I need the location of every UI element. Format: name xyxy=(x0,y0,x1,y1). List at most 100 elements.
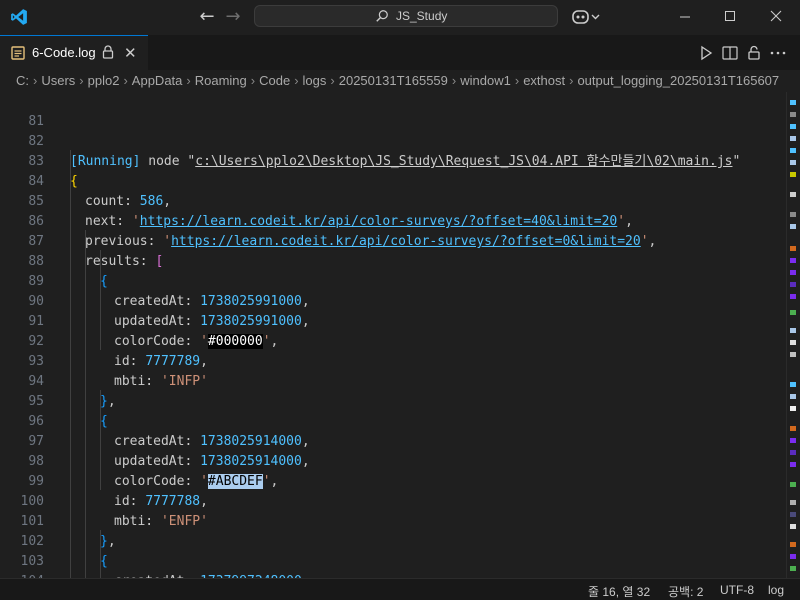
split-editor-icon[interactable] xyxy=(720,43,740,63)
code-line: 91 colorCode: '#000000', xyxy=(0,292,786,349)
breadcrumb-separator-icon: › xyxy=(33,73,38,88)
minimap-mark xyxy=(790,160,796,165)
back-arrow-icon[interactable]: ← xyxy=(197,7,217,27)
minimap-mark xyxy=(790,148,796,153)
breadcrumb-separator-icon: › xyxy=(569,73,574,88)
code-line: 92 id: 7777789, xyxy=(0,312,786,369)
code-line: 97 updatedAt: 1738025914000, xyxy=(0,412,786,469)
encoding-status[interactable]: UTF-8 xyxy=(720,583,754,597)
cursor-position[interactable]: 줄 16, 열 32 xyxy=(588,583,650,600)
minimap-mark xyxy=(790,328,796,333)
code-line: 82 [Running] node "c:\Users\pplo2\Deskto… xyxy=(0,112,786,169)
minimap-mark xyxy=(790,258,796,263)
breadcrumb: C: › Users › pplo2 › AppData › Roaming › Code › logs… xyxy=(0,70,800,92)
breadcrumb-separator-icon: › xyxy=(186,73,191,88)
minimap-mark xyxy=(790,426,796,431)
minimap-mark xyxy=(790,124,796,129)
tab-close-icon[interactable]: ✕ xyxy=(124,44,137,62)
minimap[interactable] xyxy=(786,92,800,578)
code-line: 94 }, xyxy=(0,352,786,409)
minimap-mark xyxy=(790,136,796,141)
minimap-mark xyxy=(790,212,796,217)
indentation-status[interactable]: 공백: 2 xyxy=(668,583,703,600)
code-line: 88 { xyxy=(0,232,786,289)
minimap-mark xyxy=(790,224,796,229)
breadcrumb-separator-icon: › xyxy=(123,73,128,88)
code-line: 101 }, xyxy=(0,492,786,549)
breadcrumb-separator-icon: › xyxy=(294,73,299,88)
command-center-label: JS_Study xyxy=(396,9,448,23)
run-icon[interactable] xyxy=(696,43,716,63)
breadcrumb-item[interactable]: AppData xyxy=(132,73,183,88)
search-icon xyxy=(376,10,388,22)
minimap-mark xyxy=(790,524,796,529)
editor-actions xyxy=(696,43,786,63)
close-window-button[interactable] xyxy=(753,4,799,30)
minimap-mark xyxy=(790,462,796,467)
log-file-icon xyxy=(11,46,25,60)
forward-arrow-icon[interactable]: → xyxy=(223,7,243,27)
code-line: 84 count: 586, xyxy=(0,152,786,209)
language-mode[interactable]: log xyxy=(768,583,784,597)
minimap-mark xyxy=(790,406,796,411)
editor-tab-bar: 6-Code.log ✕ xyxy=(0,35,800,70)
code-line: 83 { xyxy=(0,132,786,189)
minimize-icon xyxy=(680,16,690,18)
minimap-mark xyxy=(790,438,796,443)
code-line: 90 updatedAt: 1738025991000, xyxy=(0,272,786,329)
minimap-mark xyxy=(790,246,796,251)
breadcrumb-item[interactable]: window1 xyxy=(460,73,511,88)
vscode-logo-icon[interactable] xyxy=(10,8,28,26)
minimap-mark xyxy=(790,394,796,399)
command-center-search[interactable]: JS_Study xyxy=(254,5,558,27)
minimap-mark xyxy=(790,512,796,517)
code-line: 89 createdAt: 1738025991000, xyxy=(0,252,786,309)
code-line: 102 { xyxy=(0,512,786,569)
code-line: 99 id: 7777788, xyxy=(0,452,786,509)
breadcrumb-trail: C: › Users › pplo2 › AppData › Roaming › Code › logs… xyxy=(16,73,779,88)
close-icon xyxy=(770,10,782,22)
breadcrumb-separator-icon: › xyxy=(79,73,84,88)
minimap-mark xyxy=(790,352,796,357)
code-line: 87 results: [ xyxy=(0,212,786,269)
minimap-mark xyxy=(790,554,796,559)
code-line: 100 mbti: 'ENFP' xyxy=(0,472,786,529)
minimap-mark xyxy=(790,500,796,505)
minimap-mark xyxy=(790,294,796,299)
minimap-mark xyxy=(790,482,796,487)
breadcrumb-item[interactable]: exthost xyxy=(523,73,565,88)
breadcrumb-item[interactable]: C: xyxy=(16,73,29,88)
breadcrumb-item[interactable]: logs xyxy=(303,73,327,88)
code-line: 98 colorCode: '#ABCDEF', xyxy=(0,432,786,489)
minimap-mark xyxy=(790,172,796,177)
minimap-mark xyxy=(790,566,796,571)
code-line: 96 createdAt: 1738025914000, xyxy=(0,392,786,449)
maximize-button[interactable] xyxy=(707,4,753,30)
breadcrumb-item[interactable]: Users xyxy=(41,73,75,88)
minimap-mark xyxy=(790,270,796,275)
copilot-icon[interactable] xyxy=(572,8,600,26)
unlock-icon[interactable] xyxy=(744,43,764,63)
minimap-mark xyxy=(790,382,796,387)
minimap-mark xyxy=(790,192,796,197)
breadcrumb-separator-icon: › xyxy=(514,73,520,88)
breadcrumb-item[interactable]: Code xyxy=(259,73,290,88)
code-line: 104 updatedAt: 1737997248000, xyxy=(0,552,786,578)
minimize-button[interactable] xyxy=(662,4,708,30)
tab-label: 6-Code.log xyxy=(32,45,96,60)
code-editor[interactable]: 81 82 [Running] node "c:\Users\pplo2\Des… xyxy=(0,92,786,578)
more-actions-icon[interactable] xyxy=(768,43,788,63)
minimap-mark xyxy=(790,450,796,455)
breadcrumb-separator-icon: › xyxy=(330,73,335,88)
tab-6-code-log[interactable]: 6-Code.log ✕ xyxy=(0,35,148,70)
breadcrumb-separator-icon: › xyxy=(451,73,457,88)
code-line: 81 xyxy=(0,92,786,129)
code-line: 86 previous: 'https://learn.codeit.kr/ap… xyxy=(0,192,786,249)
minimap-mark xyxy=(790,542,796,547)
breadcrumb-item[interactable]: pplo2 xyxy=(88,73,120,88)
breadcrumb-item[interactable]: 20250131T165559 xyxy=(339,73,448,88)
code-line: 95 { xyxy=(0,372,786,429)
breadcrumb-item[interactable]: output_logging_20250131T165607 xyxy=(577,73,779,88)
minimap-mark xyxy=(790,310,796,315)
breadcrumb-item[interactable]: Roaming xyxy=(195,73,247,88)
